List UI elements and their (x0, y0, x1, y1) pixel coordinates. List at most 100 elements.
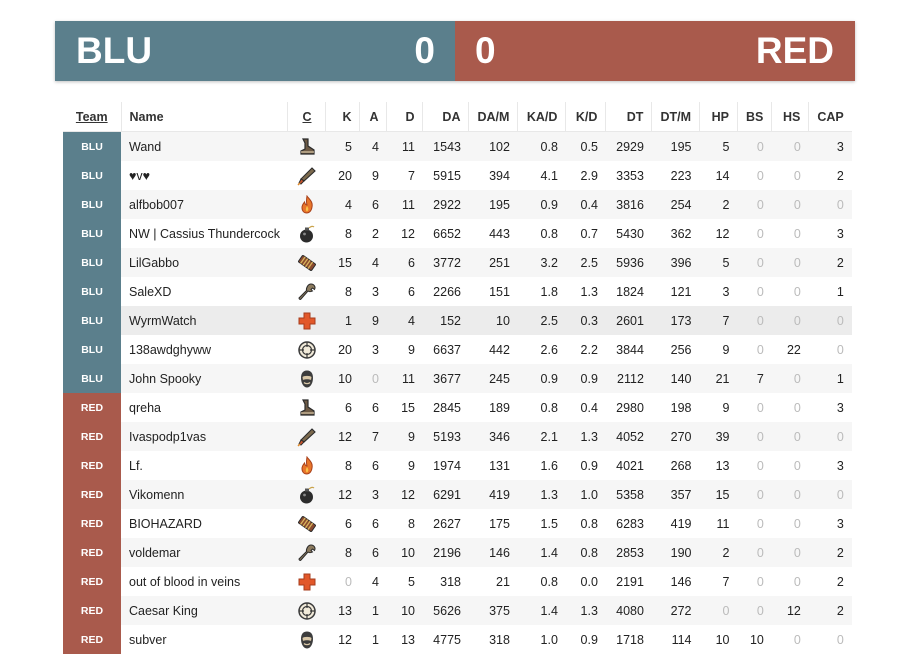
stat-kd: 2.9 (580, 168, 598, 183)
player-class-cell (287, 596, 326, 625)
column-header-backstabs[interactable]: BS (736, 102, 772, 132)
stat-backstabs: 0 (737, 422, 772, 451)
stat-kad: 0.8 (540, 574, 558, 589)
stat-health-packs: 9 (722, 400, 730, 415)
stat-deaths: 13 (401, 632, 415, 647)
team-badge: RED (63, 393, 121, 422)
column-header-captures[interactable]: CAP (808, 102, 852, 132)
stat-damage-taken: 2112 (605, 364, 652, 393)
player-name[interactable]: SaleXD (121, 277, 288, 306)
stat-kad: 0.8 (517, 131, 566, 161)
column-header-name[interactable]: Name (120, 102, 288, 132)
stat-damage-taken: 2191 (616, 574, 644, 589)
stat-damage-taken-per-minute: 254 (651, 190, 700, 219)
soldier-icon (296, 427, 318, 447)
stat-kad: 2.6 (540, 342, 558, 357)
stat-deaths: 11 (386, 131, 423, 161)
stat-kad: 1.4 (517, 538, 566, 567)
stat-deaths: 7 (408, 168, 415, 183)
stat-backstabs: 0 (737, 480, 772, 509)
stat-kad: 3.2 (517, 248, 566, 277)
column-header-damage-taken-per-minute[interactable]: DT/M (651, 102, 700, 132)
stat-kad: 0.8 (540, 400, 558, 415)
column-header-team[interactable]: Team (63, 102, 121, 132)
table-row: BLU LilGabbo 15 4 6 3772 251 3.2 2.5 5936 396 5 0 0 2 (63, 248, 852, 277)
player-name[interactable]: ♥v♥ (121, 161, 288, 190)
stat-damage: 1543 (422, 131, 469, 161)
stat-deaths: 15 (401, 400, 415, 415)
player-name[interactable]: alfbob007 (121, 190, 288, 219)
stat-damage-taken-per-minute: 270 (651, 422, 700, 451)
player-name[interactable]: 138awdghyww (121, 335, 288, 364)
scoreboard: BLU 0 0 RED (55, 21, 855, 81)
stat-health-packs: 11 (716, 516, 730, 531)
stat-kills: 8 (345, 284, 352, 299)
player-name[interactable]: LilGabbo (121, 248, 288, 277)
column-header-class[interactable]: C (287, 102, 326, 132)
stat-damage-taken-per-minute: 357 (651, 480, 700, 509)
stat-backstabs: 0 (756, 284, 764, 299)
stat-headshots: 0 (793, 168, 801, 183)
column-header-kd[interactable]: K/D (565, 102, 606, 132)
blu-team-name: BLU (76, 30, 153, 71)
player-name[interactable]: Wand (121, 131, 288, 161)
column-header-kad[interactable]: KA/D (517, 102, 566, 132)
stat-headshots: 22 (786, 342, 801, 357)
player-name[interactable]: Lf. (121, 451, 288, 480)
stat-kd: 0.7 (580, 226, 598, 241)
column-header-deaths[interactable]: D (386, 102, 423, 132)
player-name[interactable]: qreha (121, 393, 288, 422)
stat-kills: 20 (338, 342, 352, 357)
stat-health-packs: 3 (722, 284, 730, 299)
player-class-cell (288, 567, 326, 596)
red-team-score: 0 (475, 30, 496, 71)
stat-headshots: 0 (771, 306, 809, 335)
column-header-kills[interactable]: K (325, 102, 360, 132)
column-header-damage[interactable]: DA (422, 102, 469, 132)
stat-damage-taken: 1824 (616, 284, 644, 299)
stat-captures: 2 (808, 248, 852, 277)
column-header-headshots[interactable]: HS (771, 102, 809, 132)
stat-kills: 13 (325, 596, 360, 625)
player-name[interactable]: NW | Cassius Thundercock (121, 219, 288, 248)
column-header-damage-per-minute[interactable]: DA/M (468, 102, 518, 132)
player-name[interactable]: Vikomenn (121, 480, 288, 509)
team-badge: BLU (63, 219, 121, 248)
player-name[interactable]: Caesar King (121, 596, 288, 625)
table-row: BLU ♥v♥ 20 9 7 5915 394 4.1 2.9 3353 223 14 0 0 2 (63, 161, 852, 190)
stat-headshots: 0 (771, 364, 809, 393)
team-badge: BLU (63, 248, 121, 277)
stat-kills: 10 (325, 364, 360, 393)
player-name[interactable]: WyrmWatch (121, 306, 288, 335)
column-header-health-packs[interactable]: HP (699, 102, 738, 132)
stat-damage-per-minute: 146 (468, 538, 518, 567)
team-badge: RED (63, 480, 121, 509)
stat-deaths: 12 (386, 480, 423, 509)
stat-assists: 4 (359, 131, 387, 161)
stat-damage-taken-per-minute: 268 (670, 458, 692, 473)
stat-captures: 0 (836, 632, 844, 647)
player-name[interactable]: John Spooky (121, 364, 288, 393)
team-badge: BLU (63, 277, 121, 306)
stat-headshots: 12 (771, 596, 809, 625)
player-name[interactable]: BIOHAZARD (121, 509, 288, 538)
column-header-assists[interactable]: A (359, 102, 387, 132)
column-header-damage-taken[interactable]: DT (605, 102, 652, 132)
stat-health-packs: 2 (699, 190, 738, 219)
player-name[interactable]: out of blood in veins (121, 567, 288, 596)
player-name[interactable]: Ivaspodp1vas (121, 422, 288, 451)
stat-assists: 6 (372, 516, 379, 531)
stat-damage-per-minute: 318 (489, 632, 510, 647)
team-badge: RED (63, 422, 121, 451)
stat-health-packs: 39 (699, 422, 738, 451)
stat-headshots: 0 (793, 516, 801, 531)
stat-damage-taken: 5430 (616, 226, 644, 241)
player-class-cell (288, 393, 326, 422)
stat-assists: 9 (359, 306, 387, 335)
stat-damage-taken: 1718 (616, 632, 644, 647)
player-name[interactable]: voldemar (121, 538, 288, 567)
player-name[interactable]: subver (121, 625, 288, 654)
stat-kills: 8 (325, 538, 360, 567)
stat-health-packs: 12 (715, 226, 730, 241)
stat-damage-taken: 4021 (616, 458, 644, 473)
